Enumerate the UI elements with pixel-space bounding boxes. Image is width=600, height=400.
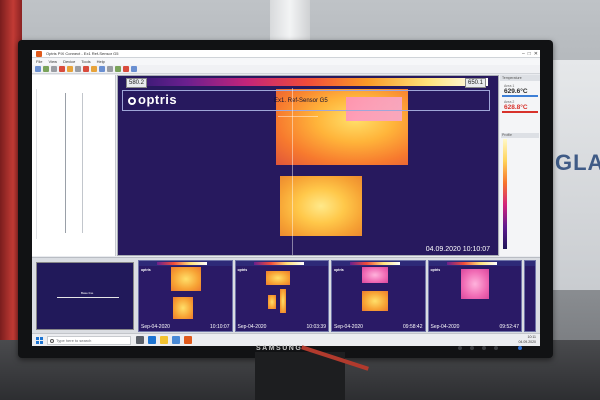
thumbnail-hot-region	[460, 269, 489, 299]
thumbnail-time: 09:58:42	[403, 324, 423, 330]
window-titlebar: Optris PIX Connect - Ex1 Ref-Sensor G5 –…	[32, 50, 540, 58]
mini-preview-label: Base line	[81, 291, 94, 295]
scale-max-value[interactable]: 650.1	[464, 78, 486, 88]
search-placeholder: Type here to search	[56, 338, 92, 343]
optris-app-icon[interactable]	[184, 336, 192, 344]
monitor-button[interactable]	[482, 346, 486, 350]
thermal-image-view[interactable]: 580.2 650.1 optris Ex1. Ref-Sensor G5 04…	[117, 75, 499, 256]
thumbnail-hot-region	[265, 271, 290, 285]
measure-area-label: Ex1. Ref-Sensor G5	[274, 98, 328, 104]
thumbnail-logo: optris	[334, 268, 344, 272]
thumbnail-time: 09:52:47	[499, 324, 519, 330]
monitor-button[interactable]	[470, 346, 474, 350]
toolbar-snapshot-icon[interactable]	[67, 66, 73, 72]
mini-preview-line	[57, 297, 119, 298]
thumbnail-hot-region	[279, 289, 286, 313]
thumbnail-time: 10:10:07	[210, 324, 230, 330]
thumbnail-hot-region	[267, 295, 276, 309]
thumbnail-time: 10:03:39	[306, 324, 326, 330]
thumbnail-hot-region	[171, 267, 201, 291]
menu-help[interactable]: Help	[97, 58, 105, 65]
crosshair-vertical[interactable]	[292, 88, 293, 255]
snapshot-thumbnail[interactable]: optris Sep-04-2020 10:03:39	[234, 260, 329, 332]
toolbar-layout-icon[interactable]	[115, 66, 121, 72]
thumbnail-date: Sep-04-2020	[141, 324, 170, 330]
toolbar-zoom-icon[interactable]	[99, 66, 105, 72]
toolbar-record-icon[interactable]	[59, 66, 65, 72]
close-button[interactable]: ✕	[534, 50, 538, 58]
screen: Optris PIX Connect - Ex1 Ref-Sensor G5 –…	[32, 50, 540, 346]
optris-logo: optris	[128, 92, 177, 107]
color-scale-bar	[126, 78, 488, 86]
maximize-button[interactable]: □	[528, 50, 531, 58]
toolbar-palette-icon[interactable]	[91, 66, 97, 72]
toolbar-print-icon[interactable]	[51, 66, 57, 72]
snapshot-strip: Base line optris Sep-04-2020 10:10:07 op…	[32, 257, 540, 333]
minimize-button[interactable]: –	[522, 50, 525, 58]
temp-readout-2-value: 628.8°C	[504, 104, 528, 111]
snapshot-thumbnail[interactable]: optris Sep-04-2020 09:58:42	[331, 260, 426, 332]
right-panel-subheader: Profile	[501, 133, 539, 138]
task-view-icon[interactable]	[136, 336, 144, 344]
toolbar-play-icon[interactable]	[75, 66, 81, 72]
thumbnail-logo: optris	[237, 268, 248, 272]
thumbnail-list: optris Sep-04-2020 10:10:07 optris Sep-0…	[138, 260, 536, 332]
snapshot-thumbnail[interactable]	[524, 260, 536, 332]
image-timestamp: 04.09.2020 10:10:07	[425, 246, 490, 253]
thumbnail-logo: optris	[141, 268, 151, 272]
taskbar-apps	[136, 336, 192, 344]
store-icon[interactable]	[172, 336, 180, 344]
toolbar-settings-icon[interactable]	[107, 66, 113, 72]
menu-file[interactable]: File	[36, 58, 42, 65]
logo-mark-icon	[128, 97, 136, 105]
vertical-color-scale	[503, 139, 507, 249]
scale-min-value[interactable]: 580.2	[126, 78, 148, 88]
clock-date: 04.09.2020	[518, 340, 536, 344]
monitor: Optris PIX Connect - Ex1 Ref-Sensor G5 –…	[18, 40, 553, 358]
file-explorer-icon[interactable]	[160, 336, 168, 344]
monitor-brand-logo: SAMSUNG	[256, 345, 303, 352]
thumbnail-date: Sep-04-2020	[334, 324, 363, 330]
toolbar-graph-icon[interactable]	[131, 66, 137, 72]
system-tray[interactable]: 10:11 04.09.2020	[518, 335, 536, 345]
thumbnail-hot-region	[362, 267, 388, 283]
thumbnail-date: Sep-04-2020	[430, 324, 460, 330]
menu-tools[interactable]: Tools	[81, 58, 90, 65]
toolbar-open-icon[interactable]	[35, 66, 41, 72]
window-title: Optris PIX Connect - Ex1 Ref-Sensor G5	[46, 51, 119, 56]
right-panel: Temperature Area 1 629.6°C Area 2 628.8°…	[500, 75, 540, 256]
crosshair-horizontal[interactable]	[278, 116, 318, 117]
window-controls: – □ ✕	[522, 50, 538, 58]
profile-graph	[36, 89, 110, 239]
menu-bar: File View Device Tools Help	[32, 58, 540, 65]
start-button-icon[interactable]	[36, 337, 43, 344]
left-panel[interactable]	[32, 75, 116, 256]
taskbar-search-input[interactable]: Type here to search	[47, 336, 131, 345]
toolbar-save-icon[interactable]	[43, 66, 49, 72]
temp-readout-2[interactable]: Area 2 628.8°C	[502, 99, 538, 113]
menu-device[interactable]: Device	[63, 58, 75, 65]
thumbnail-date: Sep-04-2020	[237, 324, 267, 330]
thumbnail-hot-region	[173, 297, 193, 319]
toolbar-alarm-icon[interactable]	[123, 66, 129, 72]
thumbnail-hot-region	[362, 291, 388, 311]
edge-browser-icon[interactable]	[148, 336, 156, 344]
monitor-button[interactable]	[494, 346, 498, 350]
snapshot-thumbnail[interactable]: optris Sep-04-2020 09:52:47	[427, 260, 522, 332]
power-button[interactable]	[518, 346, 522, 350]
right-panel-header: Temperature	[500, 75, 540, 81]
snapshot-thumbnail[interactable]: optris Sep-04-2020 10:10:07	[138, 260, 233, 332]
search-icon	[50, 339, 54, 343]
temp-readout-1[interactable]: Area 1 629.6°C	[502, 83, 538, 97]
monitor-button[interactable]	[458, 346, 462, 350]
temp-readout-1-value: 629.6°C	[504, 88, 528, 95]
mini-preview[interactable]: Base line	[36, 262, 134, 330]
toolbar-stop-icon[interactable]	[83, 66, 89, 72]
background-sign: GLA	[555, 150, 600, 175]
toolbar	[32, 65, 540, 74]
thumbnail-logo: optris	[430, 268, 441, 272]
menu-view[interactable]: View	[48, 58, 57, 65]
app-icon	[36, 51, 42, 57]
